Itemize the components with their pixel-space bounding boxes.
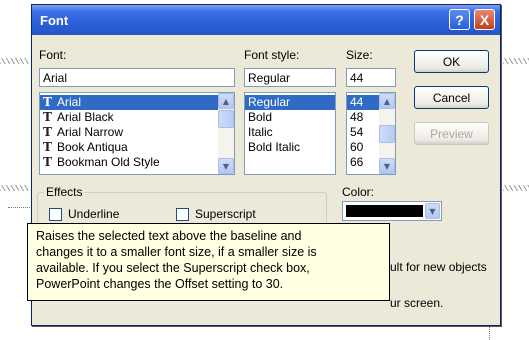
font-style-list-item[interactable]: Bold: [245, 110, 335, 125]
tooltip-line: PowerPoint changes the Offset setting to…: [36, 277, 284, 291]
font-style-input[interactable]: Regular: [244, 68, 336, 87]
dialog-title: Font: [40, 13, 69, 28]
color-dropdown[interactable]: ▼: [342, 201, 442, 221]
truetype-icon: T: [43, 155, 52, 169]
slide-border-hatch: [0, 58, 29, 64]
truetype-icon: T: [43, 140, 52, 154]
slide-border-hatch: [503, 58, 529, 64]
font-list-scrollbar[interactable]: ▲ ▼: [218, 93, 234, 174]
scroll-thumb[interactable]: [218, 110, 234, 128]
font-list-item-label: Arial: [57, 95, 82, 109]
font-list-item[interactable]: T Arial Narrow: [40, 125, 234, 140]
font-list-item-label: Book Antiqua: [57, 140, 128, 154]
font-list-item-label: Bookman Old Style: [57, 155, 160, 169]
size-label: Size:: [346, 48, 373, 62]
tooltip-line: available. If you select the Superscript…: [36, 261, 310, 275]
truetype-icon: T: [43, 125, 52, 139]
font-list-item-label: Arial Black: [57, 110, 114, 124]
font-list-item[interactable]: T Arial: [40, 95, 234, 110]
title-bar[interactable]: Font ? X: [32, 5, 500, 35]
superscript-label[interactable]: Superscript: [195, 207, 256, 221]
preview-button[interactable]: Preview: [414, 122, 489, 145]
size-list-item-label: 48: [350, 110, 364, 124]
scroll-up-button[interactable]: ▲: [218, 93, 234, 109]
font-style-list-item[interactable]: Bold Italic: [245, 140, 335, 155]
size-list[interactable]: 44 48 54 60 66 ▲ ▼: [346, 92, 396, 175]
scroll-thumb[interactable]: [379, 125, 395, 143]
underline-checkbox[interactable]: [49, 208, 62, 221]
underline-label[interactable]: Underline: [68, 207, 119, 221]
font-style-list-item-label: Bold Italic: [248, 140, 301, 154]
tooltip-line: Raises the selected text above the basel…: [36, 229, 302, 243]
info-text-partial: ur screen.: [390, 296, 444, 310]
font-style-list[interactable]: Regular Bold Italic Bold Italic: [244, 92, 336, 175]
font-style-list-item-label: Bold: [248, 110, 273, 124]
font-list-item[interactable]: T Arial Black: [40, 110, 234, 125]
help-button[interactable]: ?: [449, 9, 470, 30]
color-swatch: [346, 205, 423, 217]
size-list-item-label: 54: [350, 125, 364, 139]
color-label: Color:: [342, 185, 375, 199]
font-style-label: Font style:: [244, 48, 300, 62]
truetype-icon: T: [43, 95, 52, 109]
font-style-list-item-label: Italic: [248, 125, 273, 139]
ok-button[interactable]: OK: [414, 50, 489, 73]
font-list[interactable]: T Arial T Arial Black T Arial Narrow T Book Ant…: [39, 92, 235, 175]
scroll-down-button[interactable]: ▼: [379, 158, 395, 174]
size-input[interactable]: 44: [346, 68, 396, 87]
size-list-item-label: 60: [350, 140, 364, 154]
font-list-item[interactable]: T Bookman Old Style: [40, 155, 234, 170]
tooltip-line: changes it to a smaller font size, if a …: [36, 245, 317, 259]
placeholder-border: [8, 207, 30, 208]
font-style-list-item[interactable]: Regular: [245, 95, 335, 110]
font-input[interactable]: Arial: [39, 68, 235, 87]
superscript-tooltip: Raises the selected text above the basel…: [27, 223, 390, 301]
font-style-list-item[interactable]: Italic: [245, 125, 335, 140]
size-list-item-label: 44: [350, 95, 364, 109]
font-list-item[interactable]: T Book Antiqua: [40, 140, 234, 155]
default-checkbox-label-partial: ult for new objects: [390, 260, 487, 274]
slide-border-hatch: [503, 185, 529, 191]
close-button[interactable]: X: [474, 9, 495, 30]
size-list-scrollbar[interactable]: ▲ ▼: [379, 93, 395, 174]
chevron-down-icon[interactable]: ▼: [425, 203, 440, 219]
font-style-list-item-label: Regular: [248, 95, 291, 109]
scroll-down-button[interactable]: ▼: [218, 158, 234, 174]
cancel-button[interactable]: Cancel: [414, 86, 489, 109]
effects-label: Effects: [44, 185, 85, 199]
font-label: Font:: [39, 48, 67, 62]
size-list-item-label: 66: [350, 155, 364, 169]
scroll-up-button[interactable]: ▲: [379, 93, 395, 109]
truetype-icon: T: [43, 110, 52, 124]
font-list-item-label: Arial Narrow: [57, 125, 124, 139]
slide-border-hatch: [0, 185, 29, 191]
superscript-checkbox[interactable]: [176, 208, 189, 221]
